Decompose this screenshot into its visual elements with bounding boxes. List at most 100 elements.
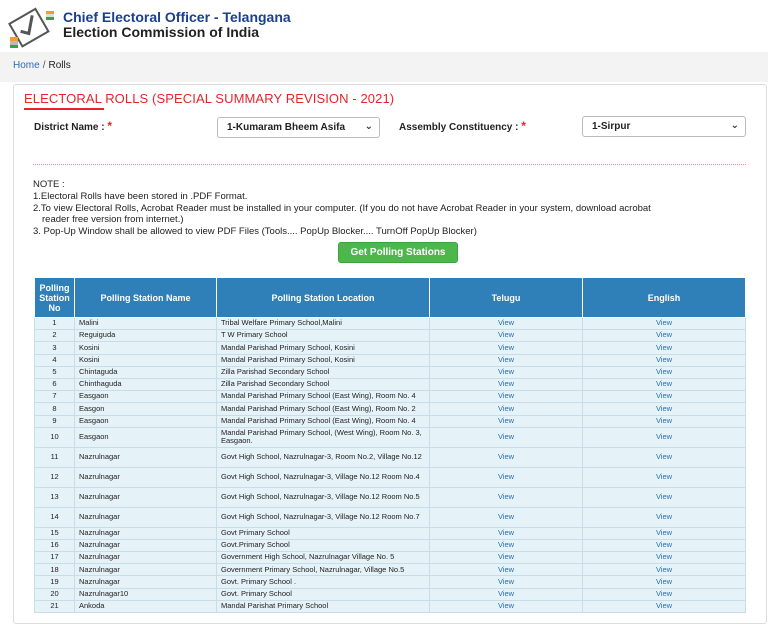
constituency-label: Assembly Constituency : * (399, 119, 526, 133)
cell-station-location: Mandal Parishad Primary School (East Win… (216, 402, 430, 416)
cell-station-no: 4 (34, 353, 75, 367)
note-line-1: 1.Electoral Rolls have been stored in .P… (33, 190, 248, 202)
view-telugu-link[interactable]: View (429, 538, 583, 553)
view-english-link[interactable]: View (582, 563, 746, 577)
view-english-link[interactable]: View (582, 538, 746, 553)
cell-station-name: Chintaguda (74, 365, 217, 379)
cell-station-no: 17 (34, 551, 75, 565)
note-line-3: 3. Pop-Up Window shall be allowed to vie… (33, 226, 477, 238)
view-english-link[interactable]: View (582, 587, 746, 601)
get-polling-stations-button[interactable]: Get Polling Stations (338, 242, 458, 263)
cell-station-name: Nazrulnagar (74, 575, 217, 589)
view-telugu-link[interactable]: View (429, 414, 583, 428)
view-english-link[interactable]: View (582, 551, 746, 565)
view-english-link[interactable]: View (582, 506, 746, 528)
page-title: ELECTORAL ROLLS (SPECIAL SUMMARY REVISIO… (24, 91, 395, 106)
cell-station-name: Easgon (74, 402, 217, 416)
view-telugu-link[interactable]: View (429, 599, 583, 614)
cell-station-no: 10 (34, 426, 75, 448)
table-row: 21 Ankoda Mandal Parishat Primary School Vi… (34, 599, 746, 614)
chevron-down-icon: ⌄ (364, 121, 373, 132)
cell-station-no: 11 (34, 446, 75, 468)
cell-station-location: Govt High School, Nazrulnagar-3, Room No… (216, 446, 430, 468)
view-english-link[interactable]: View (582, 377, 746, 392)
view-english-link[interactable]: View (582, 341, 746, 355)
constituency-select-value: 1-Sirpur (592, 121, 631, 132)
view-telugu-link[interactable]: View (429, 575, 583, 589)
view-telugu-link[interactable]: View (429, 402, 583, 416)
table-row: 9 Easgaon Mandal Parishad Primary School (… (34, 414, 746, 428)
table-row: 3 Kosini Mandal Parishad Primary School, K… (34, 341, 746, 355)
cell-station-no: 12 (34, 466, 75, 488)
title-underline (24, 108, 104, 110)
view-telugu-link[interactable]: View (429, 353, 583, 367)
view-telugu-link[interactable]: View (429, 587, 583, 601)
view-english-link[interactable]: View (582, 316, 746, 331)
breadcrumb-home-link[interactable]: Home (13, 60, 40, 71)
cell-station-location: Zilla Parishad Secondary School (216, 377, 430, 392)
view-telugu-link[interactable]: View (429, 446, 583, 468)
cell-station-location: T W Primary School (216, 329, 430, 343)
view-telugu-link[interactable]: View (429, 506, 583, 528)
table-row: 17 Nazrulnagar Government High School, Naz… (34, 551, 746, 565)
table-row: 19 Nazrulnagar Govt. Primary School . View V… (34, 575, 746, 589)
view-english-link[interactable]: View (582, 390, 746, 404)
cell-station-location: Mandal Parishad Primary School, Kosini (216, 341, 430, 355)
chevron-down-icon: ⌄ (730, 120, 739, 131)
view-english-link[interactable]: View (582, 426, 746, 448)
cell-station-location: Govt High School, Nazrulnagar-3, Village… (216, 466, 430, 488)
cell-station-name: Nazrulnagar (74, 486, 217, 508)
district-select[interactable]: 1-Kumaram Bheem Asifa ⌄ (217, 117, 380, 138)
view-english-link[interactable]: View (582, 486, 746, 508)
view-telugu-link[interactable]: View (429, 365, 583, 379)
table-row: 10 Easgaon Mandal Parishad Primary School,… (34, 426, 746, 448)
polling-stations-table: Polling Station No Polling Station Name … (34, 277, 746, 614)
view-telugu-link[interactable]: View (429, 341, 583, 355)
cell-station-name: Nazrulnagar (74, 551, 217, 565)
view-telugu-link[interactable]: View (429, 486, 583, 508)
view-english-link[interactable]: View (582, 402, 746, 416)
cell-station-no: 18 (34, 563, 75, 577)
table-row: 13 Nazrulnagar Govt High School, Nazrulnag… (34, 486, 746, 508)
required-marker: * (107, 119, 113, 133)
view-english-link[interactable]: View (582, 466, 746, 488)
cell-station-no: 16 (34, 538, 75, 553)
view-english-link[interactable]: View (582, 365, 746, 379)
cell-station-location: Tribal Welfare Primary School,Malini (216, 316, 430, 331)
view-english-link[interactable]: View (582, 329, 746, 343)
view-telugu-link[interactable]: View (429, 316, 583, 331)
view-english-link[interactable]: View (582, 446, 746, 468)
constituency-select[interactable]: 1-Sirpur ⌄ (582, 116, 746, 137)
cell-station-location: Mandal Parishad Primary School (East Win… (216, 414, 430, 428)
cell-station-no: 15 (34, 526, 75, 540)
site-header: Chief Electoral Officer - Telangana Elec… (0, 0, 768, 52)
breadcrumb-separator: / (42, 60, 46, 71)
cell-station-name: Ankoda (74, 599, 217, 614)
breadcrumb: Home / Rolls (13, 60, 71, 71)
eci-ballot-logo-icon[interactable] (6, 3, 58, 49)
cell-station-location: Mandal Parishad Primary School, (West Wi… (216, 426, 430, 448)
view-telugu-link[interactable]: View (429, 563, 583, 577)
view-telugu-link[interactable]: View (429, 551, 583, 565)
cell-station-no: 9 (34, 414, 75, 428)
table-header-row: Polling Station No Polling Station Name … (34, 277, 746, 318)
table-row: 6 Chinthaguda Zilla Parishad Secondary Sch… (34, 377, 746, 392)
view-telugu-link[interactable]: View (429, 426, 583, 448)
view-english-link[interactable]: View (582, 599, 746, 614)
view-telugu-link[interactable]: View (429, 329, 583, 343)
cell-station-location: Govt High School, Nazrulnagar-3, Village… (216, 486, 430, 508)
cell-station-location: Zilla Parishad Secondary School (216, 365, 430, 379)
view-telugu-link[interactable]: View (429, 466, 583, 488)
cell-station-location: Govt High School, Nazrulnagar-3, Village… (216, 506, 430, 528)
district-select-value: 1-Kumaram Bheem Asifa (227, 122, 346, 133)
table-row: 20 Nazrulnagar10 Govt. Primary School View V… (34, 587, 746, 601)
view-english-link[interactable]: View (582, 414, 746, 428)
view-telugu-link[interactable]: View (429, 526, 583, 540)
cell-station-name: Kosini (74, 353, 217, 367)
view-english-link[interactable]: View (582, 575, 746, 589)
view-telugu-link[interactable]: View (429, 377, 583, 392)
cell-station-name: Easgaon (74, 426, 217, 448)
view-telugu-link[interactable]: View (429, 390, 583, 404)
view-english-link[interactable]: View (582, 353, 746, 367)
view-english-link[interactable]: View (582, 526, 746, 540)
